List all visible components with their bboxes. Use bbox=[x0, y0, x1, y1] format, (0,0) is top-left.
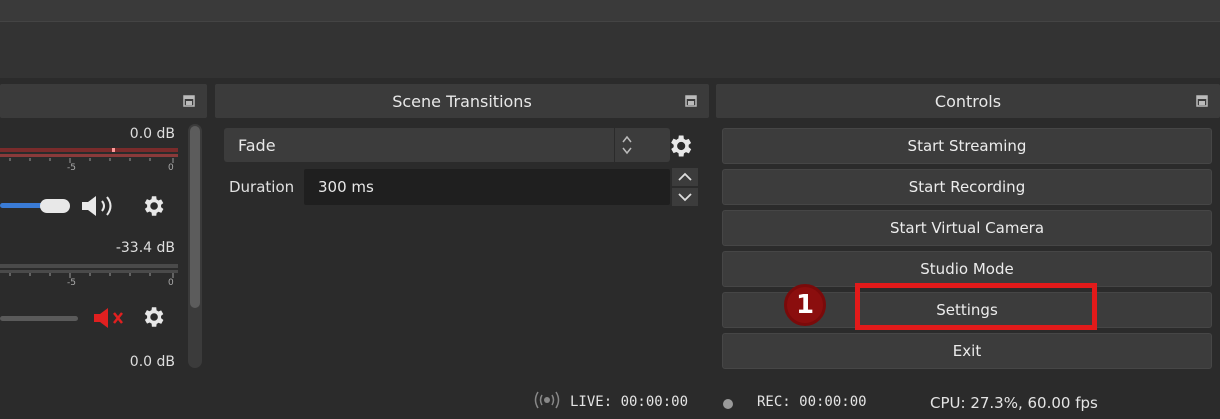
start-recording-button[interactable]: Start Recording bbox=[722, 169, 1212, 205]
channel1-meter-ticks: -5 0 bbox=[0, 158, 178, 174]
channel2-volume-slider[interactable] bbox=[0, 316, 78, 321]
settings-highlight-box bbox=[855, 283, 1097, 330]
gear-icon[interactable] bbox=[140, 193, 166, 223]
button-label: Start Streaming bbox=[907, 137, 1027, 155]
button-label: Exit bbox=[952, 342, 982, 360]
channel2-meter-ticks: -5 0 bbox=[0, 273, 178, 289]
button-label: Studio Mode bbox=[920, 260, 1014, 278]
channel1-volume-db: 0.0 dB bbox=[129, 126, 175, 142]
select-arrows-icon[interactable] bbox=[614, 128, 670, 162]
start-streaming-button[interactable]: Start Streaming bbox=[722, 128, 1212, 164]
duration-input[interactable]: 300 ms bbox=[304, 169, 670, 205]
tick-label: -5 bbox=[67, 278, 76, 288]
undock-icon[interactable] bbox=[183, 95, 195, 107]
exit-button[interactable]: Exit bbox=[722, 333, 1212, 369]
channel1-level-meter bbox=[0, 148, 178, 157]
record-dot-icon bbox=[722, 395, 734, 414]
channel2-volume-db: -33.4 dB bbox=[115, 240, 175, 256]
duration-label: Duration bbox=[229, 178, 295, 196]
button-label: Start Virtual Camera bbox=[889, 219, 1045, 237]
channel3-volume-db: 0.0 dB bbox=[129, 354, 175, 370]
preview-area-bottom bbox=[0, 22, 1220, 78]
speaker-icon[interactable] bbox=[80, 194, 120, 222]
undock-icon[interactable] bbox=[685, 95, 697, 107]
gear-icon[interactable] bbox=[140, 304, 166, 334]
tick-label: -5 bbox=[67, 163, 76, 173]
muted-speaker-icon[interactable] bbox=[92, 305, 132, 335]
tick-label: 0 bbox=[168, 163, 174, 173]
window-top-bar bbox=[0, 0, 1220, 22]
transition-select[interactable]: Fade bbox=[224, 128, 670, 162]
start-virtual-camera-button[interactable]: Start Virtual Camera bbox=[722, 210, 1212, 246]
live-status: LIVE: 00:00:00 bbox=[570, 394, 689, 410]
controls-title: Controls bbox=[934, 91, 1002, 111]
transition-gear-icon[interactable] bbox=[666, 132, 694, 164]
channel1-volume-knob[interactable] bbox=[40, 199, 70, 213]
duration-stepper-icon[interactable] bbox=[672, 168, 698, 206]
duration-value: 300 ms bbox=[318, 178, 374, 196]
rec-status: REC: 00:00:00 bbox=[757, 394, 867, 410]
controls-dock-title: Controls bbox=[716, 84, 1220, 118]
channel2-level-meter bbox=[0, 264, 178, 273]
tick-label: 0 bbox=[168, 278, 174, 288]
broadcast-icon bbox=[532, 391, 562, 413]
audio-mixer-dock-title bbox=[0, 84, 207, 118]
undock-icon[interactable] bbox=[1196, 95, 1208, 107]
studio-mode-button[interactable]: Studio Mode bbox=[722, 251, 1212, 287]
transition-select-value: Fade bbox=[238, 136, 276, 155]
scene-transitions-dock-title: Scene Transitions bbox=[215, 84, 709, 118]
cpu-status: CPU: 27.3%, 60.00 fps bbox=[930, 394, 1098, 412]
button-label: Start Recording bbox=[908, 178, 1026, 196]
step-number-badge: 1 bbox=[784, 284, 826, 326]
mixer-scrollbar-thumb[interactable] bbox=[190, 126, 200, 308]
scene-transitions-title: Scene Transitions bbox=[392, 91, 532, 111]
channel1-volume-slider[interactable] bbox=[0, 203, 45, 208]
